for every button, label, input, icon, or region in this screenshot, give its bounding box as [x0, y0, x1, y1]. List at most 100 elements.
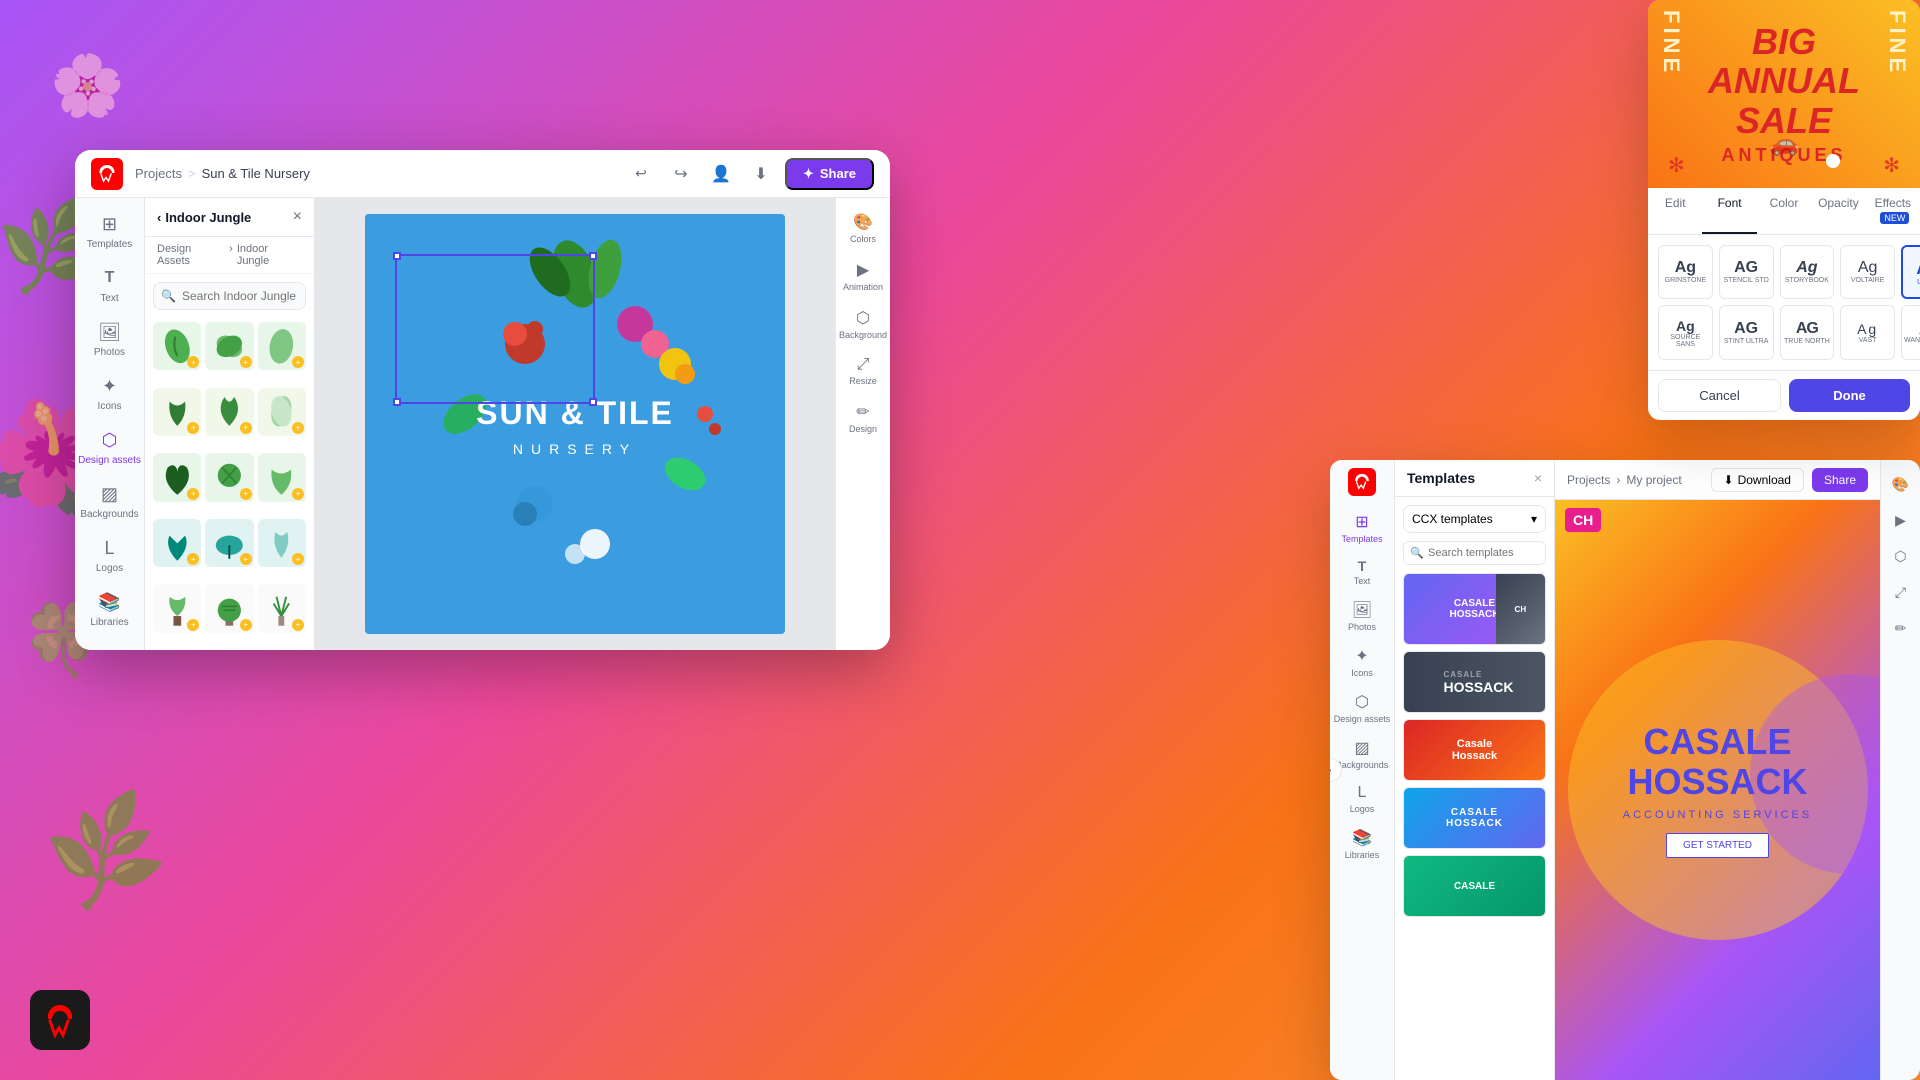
asset-item-13[interactable]: + — [153, 584, 201, 632]
tmpl-sidebar-design-assets[interactable]: ⬡ Design assets — [1330, 686, 1394, 730]
download-icon: ⬇ — [1724, 473, 1734, 487]
tab-font[interactable]: Font — [1702, 188, 1756, 234]
cancel-button[interactable]: Cancel — [1658, 379, 1781, 412]
panel-back-button[interactable]: ‹ Indoor Jungle — [157, 210, 251, 225]
template-item-1[interactable]: CASALEHOSSACK CH — [1403, 573, 1546, 645]
profile-button[interactable]: 👤 — [705, 158, 737, 190]
asset-item-9[interactable]: + — [258, 453, 306, 501]
tmpl-design-assets-label: Design assets — [1334, 714, 1391, 724]
templates-label: Templates — [87, 239, 133, 250]
font-ultra[interactable]: Ag ULTRA — [1901, 245, 1920, 300]
font-source-sans[interactable]: Ag SOURCE SANS — [1658, 305, 1713, 360]
sidebar-item-design-assets[interactable]: ⬡ Design assets — [75, 422, 144, 472]
font-stint-ultra[interactable]: AG STINT ULTRA — [1719, 305, 1774, 360]
resize-tool[interactable]: ⤢ Resize — [836, 350, 890, 392]
tmpl-sidebar-templates[interactable]: ⊞ Templates — [1330, 506, 1394, 550]
tab-effects[interactable]: Effects NEW — [1866, 188, 1920, 234]
asset-item-12[interactable]: + — [258, 519, 306, 567]
template-item-3[interactable]: Casale Hossack — [1403, 719, 1546, 781]
canvas-area[interactable]: SUN & TILE NURSERY — [315, 198, 835, 650]
done-button[interactable]: Done — [1789, 379, 1910, 412]
tmpl-breadcrumb-projects[interactable]: Projects — [1567, 473, 1610, 487]
casale-cta-button[interactable]: GET STARTED — [1666, 833, 1769, 858]
breadcrumb-projects[interactable]: Projects — [135, 166, 182, 181]
icons-icon: ✦ — [98, 374, 122, 398]
redo-button[interactable]: ↪ — [665, 158, 697, 190]
colors-tool[interactable]: 🎨 Colors — [836, 206, 890, 250]
animation-tool[interactable]: ▶ Animation — [836, 254, 890, 298]
templates-canvas-header: Projects › My project ⬇ Download Share — [1555, 460, 1880, 500]
tmpl-icons-icon: ✦ — [1355, 646, 1368, 666]
asset-item-3[interactable]: + — [258, 322, 306, 370]
tmpl-sidebar-photos[interactable]: 🖼 Photos — [1330, 594, 1394, 638]
asset-item-2[interactable]: + — [205, 322, 253, 370]
asset-item-8[interactable]: + — [205, 453, 253, 501]
undo-button[interactable]: ↩ — [625, 158, 657, 190]
download-button[interactable]: ⬇ — [745, 158, 777, 190]
sidebar-item-templates[interactable]: ⊞ Templates — [75, 206, 144, 256]
tmpl-sidebar-libraries[interactable]: 📚 Libraries — [1330, 822, 1394, 866]
tmpl-sidebar-icons[interactable]: ✦ Icons — [1330, 640, 1394, 684]
libraries-icon: 📚 — [98, 590, 122, 614]
font-wanderlust[interactable]: Ag WANDERLUST — [1901, 305, 1920, 360]
panel-breadcrumb-root: Design Assets — [157, 243, 225, 267]
share-button[interactable]: ✦ Share — [785, 158, 874, 190]
font-grinstone[interactable]: Ag GRINSTONE — [1658, 245, 1713, 300]
sidebar-item-logos[interactable]: L Logos — [75, 530, 144, 580]
font-vast[interactable]: Ag VAST — [1840, 305, 1895, 360]
templates-search-input[interactable] — [1403, 541, 1546, 565]
template-item-2[interactable]: CASALE HOSSACK — [1403, 651, 1546, 713]
tab-color[interactable]: Color — [1757, 188, 1811, 234]
left-sidebar: ⊞ Templates T Text 🖼 Photos ✦ Icons ⬡ De… — [75, 198, 145, 650]
asset-item-6[interactable]: + — [258, 388, 306, 436]
sidebar-item-icons[interactable]: ✦ Icons — [75, 368, 144, 418]
sidebar-item-libraries[interactable]: 📚 Libraries — [75, 584, 144, 634]
tmpl-preview-4-text: CASALEHOSSACK — [1446, 807, 1503, 829]
design-assets-icon: ⬡ — [98, 428, 122, 452]
libraries-label: Libraries — [90, 617, 128, 628]
font-stencil-std[interactable]: AG STENCIL STD — [1719, 245, 1774, 300]
template-item-4[interactable]: CASALEHOSSACK — [1403, 787, 1546, 849]
asset-item-1[interactable]: + — [153, 322, 201, 370]
tmpl-tool-resize[interactable]: ⤢ — [1885, 576, 1917, 608]
asset-item-4[interactable]: + — [153, 388, 201, 436]
font-storybook[interactable]: Ag STORYBOOK — [1780, 245, 1835, 300]
background-tool[interactable]: ⬡ Background — [836, 302, 890, 346]
asset-item-15[interactable]: + — [258, 584, 306, 632]
asset-item-7[interactable]: + — [153, 453, 201, 501]
asset-grid: + + + + + — [145, 318, 314, 650]
tmpl-tool-animation[interactable]: ▶ — [1885, 504, 1917, 536]
asset-item-14[interactable]: + — [205, 584, 253, 632]
font-sample: AG — [1796, 320, 1818, 338]
creative-cloud-icon[interactable] — [30, 990, 90, 1050]
icons-label: Icons — [98, 401, 122, 412]
font-tabs: Edit Font Color Opacity Effects NEW — [1648, 188, 1920, 235]
font-true-north[interactable]: AG TRUE NORTH — [1780, 305, 1835, 360]
template-item-5[interactable]: CASALE — [1403, 855, 1546, 917]
new-badge: NEW — [1880, 212, 1909, 224]
tmpl-tool-colors[interactable]: 🎨 — [1885, 468, 1917, 500]
asset-badge: + — [240, 422, 252, 434]
asset-item-5[interactable]: + — [205, 388, 253, 436]
templates-close-button[interactable]: × — [1534, 470, 1542, 486]
tab-opacity[interactable]: Opacity — [1811, 188, 1865, 234]
tmpl-sidebar-logos[interactable]: L Logos — [1330, 778, 1394, 820]
tmpl-share-button[interactable]: Share — [1812, 468, 1868, 492]
templates-dropdown[interactable]: CCX templates ▾ — [1403, 505, 1546, 533]
asset-item-10[interactable]: + — [153, 519, 201, 567]
tmpl-tool-design[interactable]: ✏ — [1885, 612, 1917, 644]
sidebar-item-photos[interactable]: 🖼 Photos — [75, 314, 144, 364]
tmpl-tool-background[interactable]: ⬡ — [1885, 540, 1917, 572]
tmpl-sidebar-text[interactable]: T Text — [1330, 552, 1394, 592]
asset-item-11[interactable]: + — [205, 519, 253, 567]
deco-star-left: ✻ — [1668, 153, 1685, 178]
tmpl-download-button[interactable]: ⬇ Download — [1711, 468, 1804, 492]
panel-close-button[interactable]: × — [293, 208, 302, 226]
font-voltaire[interactable]: Ag VOLTAIRE — [1840, 245, 1895, 300]
sidebar-item-text[interactable]: T Text — [75, 260, 144, 310]
asset-badge: + — [187, 619, 199, 631]
tmpl-canvas-buttons: ⬇ Download Share — [1711, 468, 1868, 492]
sidebar-item-backgrounds[interactable]: ▨ Backgrounds — [75, 476, 144, 526]
tab-edit[interactable]: Edit — [1648, 188, 1702, 234]
design-tool[interactable]: ✏ Design — [836, 396, 890, 440]
